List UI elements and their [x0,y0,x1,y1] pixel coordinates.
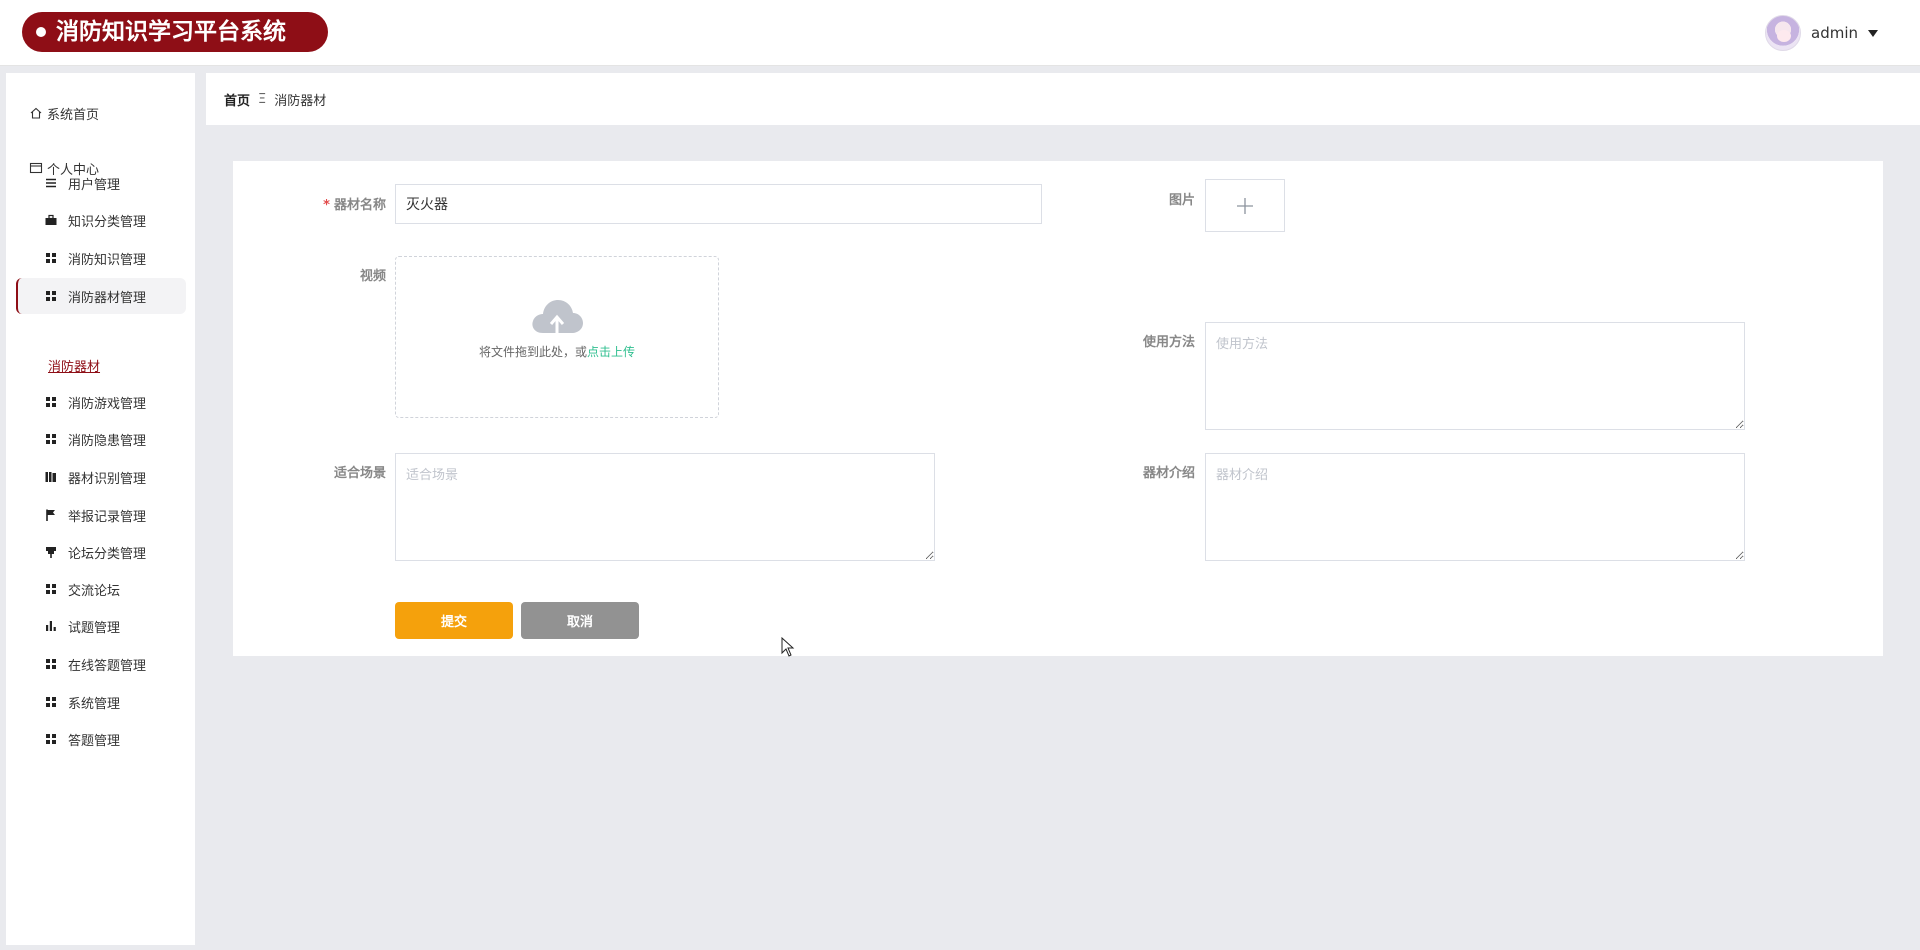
breadcrumb-separator-icon: Ξ [258,91,267,107]
equipment-form: *器材名称 图片 视频 将文件拖到此处，或点击上传 使用方法 适合场景 器材介绍… [233,161,1883,656]
usage-textarea[interactable] [1205,322,1745,430]
sidebar-item[interactable]: 系统管理 [16,684,186,720]
briefcase-icon [45,214,57,225]
mouse-cursor-icon [781,637,795,657]
bar-chart-icon [46,621,56,631]
sidebar-item[interactable]: 消防游戏管理 [16,384,186,420]
breadcrumb: 首页 Ξ 消防器材 [206,73,1920,125]
app-logo: 消防知识学习平台系统 [22,12,328,52]
home-icon [30,107,42,119]
submenu-fire-equipment[interactable]: 消防器材 [48,356,100,375]
sidebar-item-label: 消防游戏管理 [68,396,147,412]
grid-icon [46,734,56,744]
caret-down-icon[interactable] [1868,29,1878,37]
sidebar-item[interactable]: 在线答题管理 [16,646,186,682]
sidebar-item[interactable]: 消防隐患管理 [16,421,186,457]
grid-icon [46,584,56,594]
sidebar-item[interactable]: 答题管理 [16,721,186,757]
pin-icon [46,547,56,558]
cloud-upload-icon [532,300,583,333]
grid-icon [46,659,56,669]
sidebar-item[interactable]: 用户管理 [16,165,186,201]
sidebar-item-label: 论坛分类管理 [68,546,147,562]
grid-icon [46,434,56,444]
top-header: 消防知识学习平台系统 admin [0,0,1920,66]
grid-icon [46,291,56,301]
video-upload-dropzone[interactable]: 将文件拖到此处，或点击上传 [395,256,719,418]
cancel-button[interactable]: 取消 [521,602,639,639]
sidebar-item-label: 在线答题管理 [68,658,147,674]
sidebar-item-label: 交流论坛 [68,583,121,599]
sidebar-item[interactable]: 交流论坛 [16,571,186,607]
username[interactable]: admin [1811,24,1858,42]
image-upload-button[interactable] [1205,179,1285,232]
scene-textarea[interactable] [395,453,935,561]
logo-dot-icon [36,27,46,37]
image-label: 图片 [1168,193,1195,208]
intro-textarea[interactable] [1205,453,1745,561]
submit-button[interactable]: 提交 [395,602,513,639]
sidebar-item[interactable]: 消防器材管理 [16,278,186,314]
sidebar-item-label: 答题管理 [68,733,121,749]
sidebar-item[interactable]: 器材识别管理 [16,459,186,495]
usage-label: 使用方法 [1142,335,1195,350]
sidebar: 系统首页 个人中心 用户管理 知识分类管理 消防知识管理 消防器材管理 消防游戏管理 消防… [6,73,195,945]
sidebar-item[interactable]: 消防知识管理 [16,240,186,276]
sidebar-item-label: 举报记录管理 [68,509,147,525]
list-icon [46,178,56,188]
breadcrumb-home[interactable]: 首页 [224,90,250,109]
sidebar-item-label: 消防知识管理 [68,252,147,268]
intro-label: 器材介绍 [1142,466,1195,481]
video-label: 视频 [359,269,386,284]
flag-icon [46,509,55,521]
user-menu[interactable]: admin [1765,14,1878,52]
avatar[interactable] [1765,15,1801,51]
grid-icon [46,697,56,707]
grid-icon [46,397,56,407]
upload-link[interactable]: 点击上传 [587,345,635,359]
plus-icon [1237,197,1253,214]
upload-hint: 将文件拖到此处，或点击上传 [478,345,636,359]
sidebar-item-home-label: 系统首页 [47,107,100,123]
sidebar-item-label: 消防器材管理 [68,290,147,306]
sidebar-item-label: 系统管理 [68,696,121,712]
app-title: 消防知识学习平台系统 [56,19,286,45]
sidebar-item[interactable]: 举报记录管理 [16,497,186,533]
required-mark: * [323,198,330,213]
sidebar-item-home[interactable]: 系统首页 [29,103,99,123]
sidebar-item-label: 消防隐患管理 [68,433,147,449]
sidebar-item[interactable]: 试题管理 [16,608,186,644]
grid-icon [46,253,56,263]
sidebar-item[interactable]: 论坛分类管理 [16,534,186,570]
books-icon [45,472,56,482]
breadcrumb-current: 消防器材 [274,93,327,109]
sidebar-item[interactable]: 知识分类管理 [16,202,186,238]
sidebar-item-label: 器材识别管理 [68,471,147,487]
name-label: * 器材名称 [323,198,386,213]
name-input[interactable] [395,184,1042,224]
sidebar-item-label: 知识分类管理 [68,214,147,230]
scene-label: 适合场景 [333,466,386,481]
sidebar-item-label: 用户管理 [68,177,121,193]
sidebar-item-label: 试题管理 [68,620,121,636]
